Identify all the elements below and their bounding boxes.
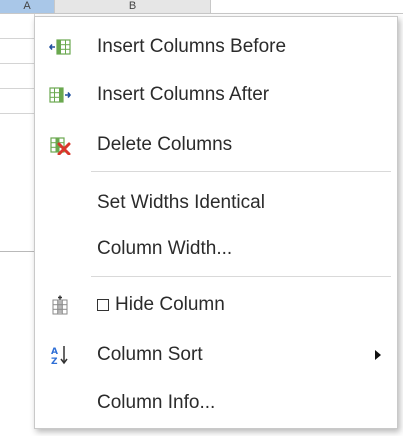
menu-item-column-info[interactable]: Column Info... [35, 381, 397, 425]
svg-text:Z: Z [51, 357, 58, 365]
hide-column-checkbox[interactable] [97, 299, 109, 311]
menu-item-label: Set Widths Identical [97, 192, 265, 213]
menu-item-insert-columns-after[interactable]: Insert Columns After [35, 73, 397, 117]
column-header-a[interactable]: A [0, 0, 55, 14]
column-header-c[interactable] [211, 0, 403, 14]
delete-columns-icon [50, 137, 71, 155]
menu-item-label: Column Width... [97, 238, 233, 259]
menu-item-label: Insert Columns Before [97, 36, 287, 57]
menu-item-label: Column Info... [97, 392, 216, 413]
svg-text:A: A [51, 347, 58, 357]
column-header-row: A B [0, 0, 403, 14]
hide-column-icon [52, 295, 68, 315]
menu-item-label: Hide Column [115, 294, 225, 315]
menu-item-label: Insert Columns After [97, 84, 270, 105]
sheet-cell[interactable] [0, 89, 35, 114]
insert-columns-before-icon [49, 39, 71, 55]
menu-item-label: Column Sort [97, 344, 203, 365]
sheet-cell[interactable] [0, 64, 35, 89]
menu-item-set-widths-identical[interactable]: Set Widths Identical [35, 181, 397, 225]
menu-separator [91, 276, 391, 277]
menu-separator [91, 171, 391, 172]
menu-item-label: Delete Columns [97, 134, 233, 155]
insert-columns-after-icon [49, 87, 71, 103]
sheet-cell[interactable] [0, 39, 35, 64]
column-header-b[interactable]: B [55, 0, 211, 14]
menu-item-column-sort[interactable]: A Z Column Sort [35, 333, 397, 377]
sort-az-icon: A Z [51, 346, 68, 365]
submenu-arrow-icon [375, 350, 381, 360]
sheet-cell[interactable] [0, 14, 35, 39]
menu-item-hide-column[interactable]: Hide Column [35, 283, 397, 327]
menu-item-delete-columns[interactable]: Delete Columns [35, 123, 397, 167]
column-context-menu: Insert Columns Before Insert Columns Aft… [34, 16, 398, 429]
menu-item-insert-columns-before[interactable]: Insert Columns Before [35, 25, 397, 69]
sheet-divider [0, 251, 34, 252]
menu-item-column-width[interactable]: Column Width... [35, 227, 397, 271]
screen: A B Insert Columns Before Insert Columns… [0, 0, 403, 436]
